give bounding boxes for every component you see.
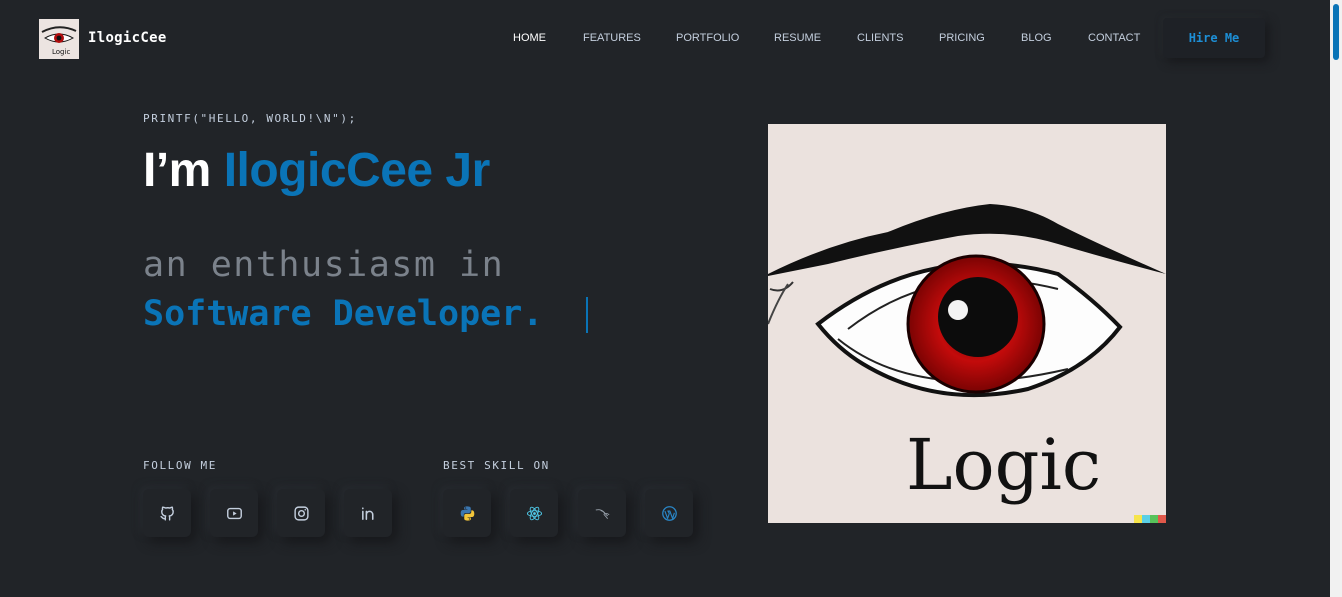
- instagram-icon: [293, 505, 309, 521]
- typing-cursor: [586, 297, 588, 333]
- python-skill[interactable]: [443, 489, 491, 537]
- hero-title-name: IlogicCee Jr: [223, 144, 491, 197]
- hero-title-prefix: I’m: [143, 144, 224, 197]
- follow-me-title: FOLLOW ME: [143, 459, 218, 472]
- hero-subtitle-line2: Software Developer.: [143, 294, 544, 334]
- linkedin-link[interactable]: [344, 489, 392, 537]
- github-icon: [159, 505, 174, 521]
- scrollbar-thumb[interactable]: [1333, 4, 1339, 60]
- svg-text:Logic: Logic: [52, 48, 70, 56]
- youtube-icon: [226, 507, 242, 519]
- kali-linux-skill[interactable]: [578, 489, 626, 537]
- nav-pricing[interactable]: PRICING: [939, 32, 985, 44]
- wordpress-skill[interactable]: [645, 489, 693, 537]
- linkedin-icon: [361, 506, 374, 520]
- nav-features[interactable]: FEATURES: [583, 32, 641, 44]
- hero-image: Logic: [768, 124, 1166, 523]
- hero-subtitle-line1: an enthusiasm in: [143, 245, 505, 285]
- best-skill-title: BEST SKILL ON: [443, 459, 550, 472]
- wordpress-icon: [661, 505, 677, 521]
- nav-clients[interactable]: CLIENTS: [857, 32, 903, 44]
- logo-image[interactable]: Logic: [39, 19, 79, 59]
- hero-title: I’m IlogicCee Jr: [143, 143, 490, 198]
- github-link[interactable]: [143, 489, 191, 537]
- site-header: Logic IlogicCee HOME FEATURES PORTFOLIO …: [0, 0, 1330, 76]
- nav-blog[interactable]: BLOG: [1021, 32, 1052, 44]
- react-skill[interactable]: [510, 489, 558, 537]
- page-scrollbar[interactable]: [1330, 0, 1342, 597]
- instagram-link[interactable]: [277, 489, 325, 537]
- nav-portfolio[interactable]: PORTFOLIO: [676, 32, 739, 44]
- image-logic-text: Logic: [906, 424, 1101, 506]
- hero-intro: PRINTF("HELLO, WORLD!\N");: [143, 112, 357, 125]
- python-icon: [460, 505, 474, 521]
- nav-contact[interactable]: CONTACT: [1088, 32, 1140, 44]
- youtube-link[interactable]: [210, 489, 258, 537]
- react-icon: [526, 506, 542, 520]
- hire-me-button[interactable]: Hire Me: [1163, 18, 1265, 58]
- brand-name[interactable]: IlogicCee: [88, 30, 167, 46]
- nav-home[interactable]: HOME: [513, 32, 546, 44]
- nav-resume[interactable]: RESUME: [774, 32, 821, 44]
- kali-linux-icon: [595, 508, 609, 519]
